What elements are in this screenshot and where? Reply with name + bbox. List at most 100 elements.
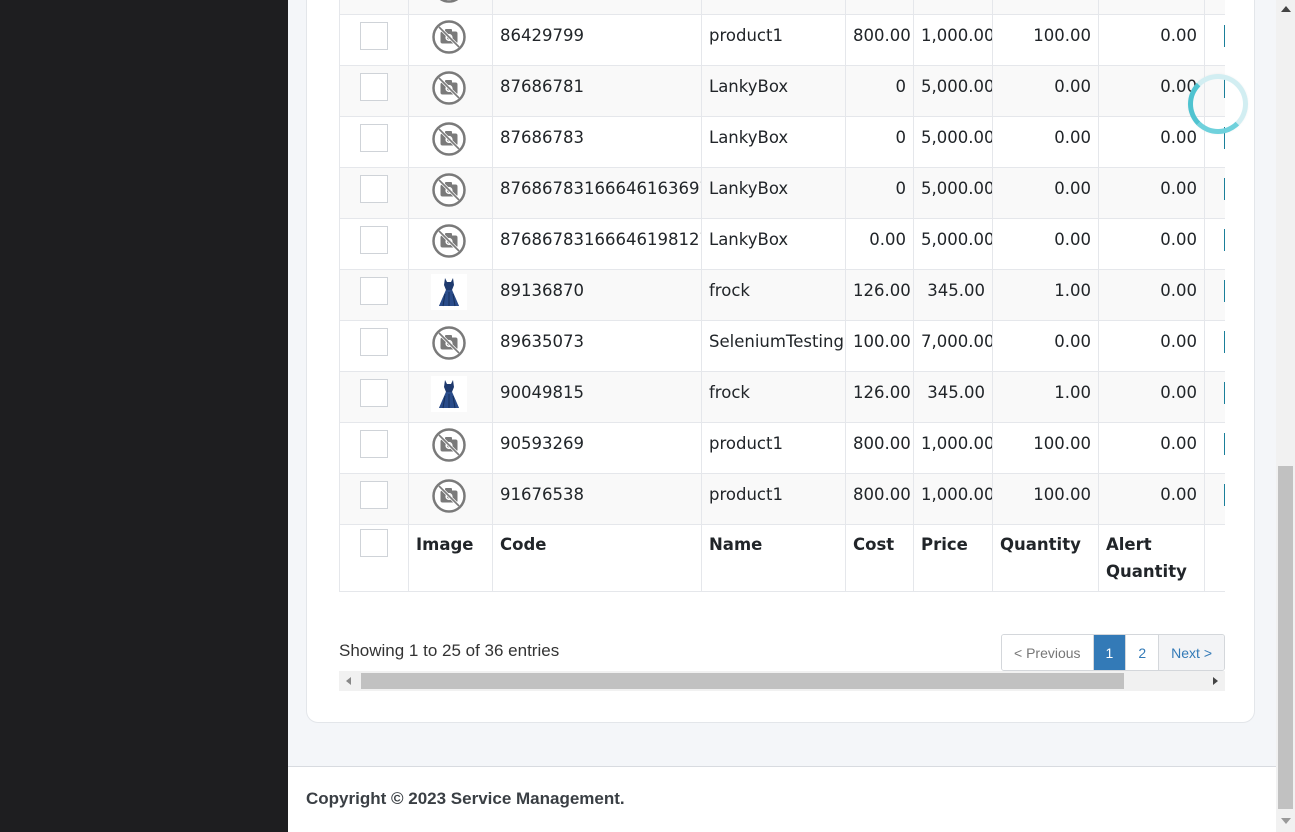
actions-toggle[interactable] [1224,484,1225,506]
quantity-cell: 0.00 [992,167,1099,219]
select-cell [339,320,409,372]
scroll-left-arrow-icon[interactable] [346,677,351,685]
header-cost[interactable]: Cost [845,524,914,592]
quantity-cell: 100.00 [992,0,1099,15]
vertical-scroll-thumb[interactable] [1278,466,1293,809]
product-thumbnail[interactable] [431,274,485,310]
row-checkbox[interactable] [360,430,388,458]
table-row[interactable]: 89136870 frock 126.00 345.00 1.00 0.00 [339,269,1225,321]
no-image-icon[interactable] [431,0,485,4]
row-checkbox[interactable] [360,175,388,203]
product-thumbnail[interactable] [431,376,485,412]
row-checkbox[interactable] [360,124,388,152]
select-cell [339,116,409,168]
name-cell: LankyBox [701,65,846,117]
row-checkbox[interactable] [360,481,388,509]
no-image-icon[interactable] [431,223,485,259]
select-cell [339,14,409,66]
actions-toggle[interactable] [1224,280,1225,302]
no-image-icon[interactable] [431,478,485,514]
row-checkbox[interactable] [360,22,388,50]
actions-toggle[interactable] [1224,229,1225,251]
cost-cell: 100.00 [845,320,914,372]
row-checkbox[interactable] [360,328,388,356]
actions-cell [1204,218,1225,270]
products-table-footer-header: Image Code Name Cost Price Quantity Aler… [339,524,1225,592]
header-price[interactable]: Price [913,524,993,592]
quantity-cell: 0.00 [992,116,1099,168]
name-cell: LankyBox [701,116,846,168]
header-quantity[interactable]: Quantity [992,524,1099,592]
cost-cell: 800.00 [845,14,914,66]
image-cell [408,167,493,219]
alert-quantity-cell: 0.00 [1098,371,1205,423]
table-row[interactable]: 876867831666461981273 LankyBox 0.00 5,000.0… [339,218,1225,270]
no-image-icon[interactable] [431,427,485,463]
table-row[interactable]: 90049815 frock 126.00 345.00 1.00 0.00 [339,371,1225,423]
copyright-text: Copyright © 2023 Service Management. [306,789,625,808]
table-row[interactable]: 87686783 LankyBox 0 5,000.00 0.00 0.00 [339,116,1225,168]
actions-cell [1204,473,1225,525]
row-checkbox[interactable] [360,73,388,101]
actions-toggle[interactable] [1224,433,1225,455]
row-checkbox[interactable] [360,379,388,407]
actions-cell [1204,371,1225,423]
actions-toggle[interactable] [1224,178,1225,200]
actions-cell [1204,14,1225,66]
horizontal-scrollbar[interactable] [339,671,1225,691]
quantity-cell: 0.00 [992,218,1099,270]
quantity-cell: 0.00 [992,320,1099,372]
row-checkbox[interactable] [360,226,388,254]
cost-cell: 800.00 [845,0,914,15]
scroll-right-arrow-icon[interactable] [1213,677,1218,685]
actions-toggle[interactable] [1224,331,1225,353]
table-row[interactable]: 86429799 product1 800.00 1,000.00 100.00 0.00 [339,14,1225,66]
actions-toggle[interactable] [1224,382,1225,404]
cost-cell: 0 [845,116,914,168]
no-image-icon[interactable] [431,70,485,106]
image-cell [408,371,493,423]
header-image[interactable]: Image [408,524,493,592]
pagination-next[interactable]: Next > [1159,635,1224,670]
table-row[interactable]: 91676538 product1 800.00 1,000.00 100.00 0.00 [339,473,1225,525]
no-image-icon[interactable] [431,325,485,361]
cost-cell: 0 [845,65,914,117]
quantity-cell: 1.00 [992,371,1099,423]
select-all-checkbox[interactable] [360,529,388,557]
products-table-container: 82957649product1800.001,000.00100.000.00… [339,0,1225,632]
pagination-page-2[interactable]: 2 [1126,635,1160,670]
pagination-previous[interactable]: < Previous [1002,635,1094,670]
price-cell: 1,000.00 [913,0,993,15]
table-row[interactable]: 87686781 LankyBox 0 5,000.00 0.00 0.00 [339,65,1225,117]
code-cell: 90049815 [492,371,702,423]
table-row[interactable]: 82957649product1800.001,000.00100.000.00 [339,0,1225,15]
pagination-page-1[interactable]: 1 [1093,635,1127,670]
sidebar [0,0,288,832]
scroll-down-arrow-icon[interactable] [1281,818,1291,824]
header-alert-quantity[interactable]: Alert Quantity [1098,524,1205,592]
quantity-cell: 100.00 [992,473,1099,525]
row-checkbox[interactable] [360,277,388,305]
scroll-up-arrow-icon[interactable] [1281,6,1291,12]
horizontal-scroll-thumb[interactable] [361,673,1124,689]
actions-toggle[interactable] [1224,25,1225,47]
name-cell: frock [701,371,846,423]
header-code[interactable]: Code [492,524,702,592]
table-row[interactable]: 90593269 product1 800.00 1,000.00 100.00 0.00 [339,422,1225,474]
name-cell: product1 [701,422,846,474]
select-cell [339,371,409,423]
image-cell [408,218,493,270]
no-image-icon[interactable] [431,172,485,208]
code-cell: 876867831666461981273 [492,218,702,270]
select-cell [339,473,409,525]
no-image-icon[interactable] [431,121,485,157]
quantity-cell: 100.00 [992,14,1099,66]
select-cell [339,269,409,321]
vertical-scrollbar[interactable] [1276,0,1295,832]
price-cell: 1,000.00 [913,473,993,525]
table-row[interactable]: 89635073 SeleniumTesting 100.00 7,000.00 0.0… [339,320,1225,372]
select-all-cell [339,524,409,592]
no-image-icon[interactable] [431,19,485,55]
header-name[interactable]: Name [701,524,846,592]
table-row[interactable]: 87686783166646163697​1 LankyBox 0 5,000.00 0… [339,167,1225,219]
